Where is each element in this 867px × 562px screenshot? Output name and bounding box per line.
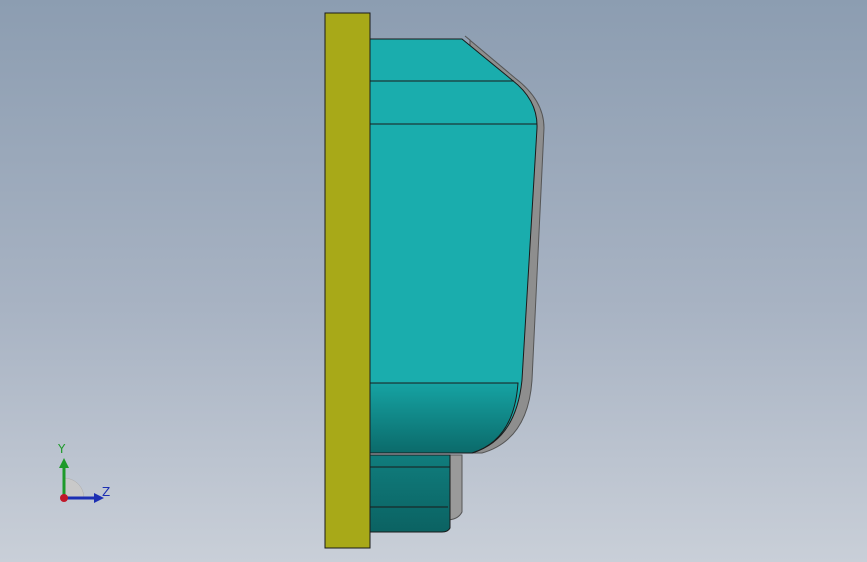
triad-quadrant [63, 477, 85, 499]
y-axis-arrow-icon [59, 458, 69, 468]
y-axis-label: Y [58, 442, 66, 456]
graphics-viewport[interactable]: Y Z [0, 0, 867, 562]
z-axis-label: Z [102, 485, 111, 499]
x-axis-dot-icon [60, 494, 68, 502]
model-view[interactable] [0, 0, 867, 562]
triad-graphic [59, 458, 104, 503]
base-plate[interactable] [324, 12, 371, 549]
orientation-triad[interactable]: Y Z [44, 440, 124, 520]
